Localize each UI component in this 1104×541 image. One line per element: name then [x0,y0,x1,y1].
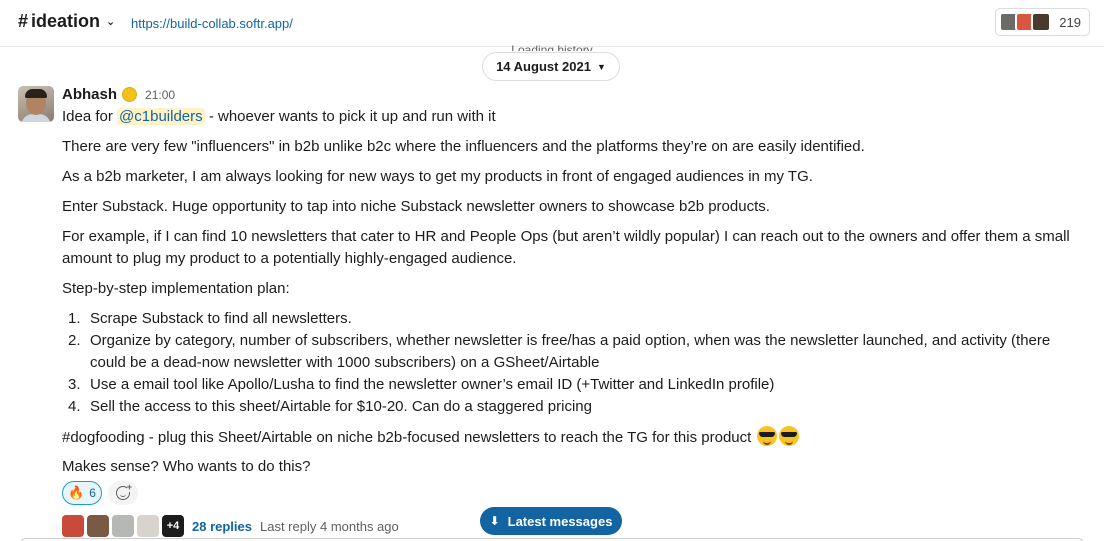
thread-summary[interactable]: +4 28 replies Last reply 4 months ago [62,514,399,538]
loading-history-text: Loading history [511,43,593,51]
text-fragment: - whoever wants to pick it up and run wi… [208,108,496,125]
last-reply-text: Last reply 4 months ago [260,518,399,534]
status-emoji-icon [122,87,138,102]
date-label: 14 August 2021 [496,59,591,74]
list-item: 1. Scrape Substack to find all newslette… [68,310,352,327]
date-divider-button[interactable]: 14 August 2021 ▼ [482,52,620,81]
add-reaction-button[interactable]: + [108,481,138,505]
arrow-down-icon: ⬇ [489,514,500,528]
add-reaction-icon: + [116,483,132,500]
replier-avatar [87,515,109,537]
message-paragraph: There are very few "influencers" in b2b … [62,138,865,155]
message-paragraph: For example, if I can find 10 newsletter… [62,228,1070,267]
more-repliers-badge: +4 [162,515,184,537]
fire-reaction-button[interactable]: 🔥 6 [62,481,102,505]
sunglasses-emoji-icon [779,426,800,446]
sunglasses-emoji-icon [757,426,778,446]
replier-avatar [112,515,134,537]
member-avatar [1031,12,1052,32]
reaction-count: 6 [89,486,96,500]
message-header: Abhash 21:00 [62,86,175,103]
chevron-down-icon: ▼ [596,61,606,72]
text-fragment: Idea for [62,108,113,125]
message-paragraph: Step-by-step implementation plan: [62,280,290,297]
channel-topic-link[interactable]: https://build-collab.softr.app/ [131,16,293,31]
thread-replies-link[interactable]: 28 replies [192,519,252,534]
members-button[interactable]: 219 [995,8,1090,36]
latest-messages-button[interactable]: ⬇ Latest messages [480,507,622,535]
channel-header: # ideation ⌄ https://build-collab.softr.… [0,0,1104,47]
list-item: 4. Sell the access to this sheet/Airtabl… [68,398,592,415]
ordered-list: 1. Scrape Substack to find all newslette… [62,308,1082,418]
latest-messages-label: Latest messages [507,513,613,529]
message-paragraph: As a b2b marketer, I am always looking f… [62,168,813,185]
channel-hash: # [18,11,29,31]
author-avatar[interactable] [18,86,54,122]
message-line: Idea for @c1builders - whoever wants to … [62,106,1062,128]
chevron-down-icon: ⌄ [106,16,116,28]
message-paragraph: Enter Substack. Huge opportunity to tap … [62,198,770,215]
channel-name-button[interactable]: # ideation ⌄ [18,11,115,32]
fire-emoji-icon: 🔥 [68,485,85,500]
replier-avatar [137,515,159,537]
author-name[interactable]: Abhash [62,86,117,103]
user-group-mention[interactable]: @c1builders [117,108,205,125]
message-paragraph: #dogfooding - plug this Sheet/Airtable o… [62,426,1062,449]
list-item: 3. Use a email tool like Apollo/Lusha to… [68,376,775,393]
member-count: 219 [1059,14,1081,30]
channel-name: ideation [31,11,101,31]
list-item: 2. Organize by category, number of subsc… [68,332,1051,371]
message-timestamp[interactable]: 21:00 [145,88,175,102]
replier-avatar [62,515,84,537]
message-paragraph: Makes sense? Who wants to do this? [62,458,311,475]
